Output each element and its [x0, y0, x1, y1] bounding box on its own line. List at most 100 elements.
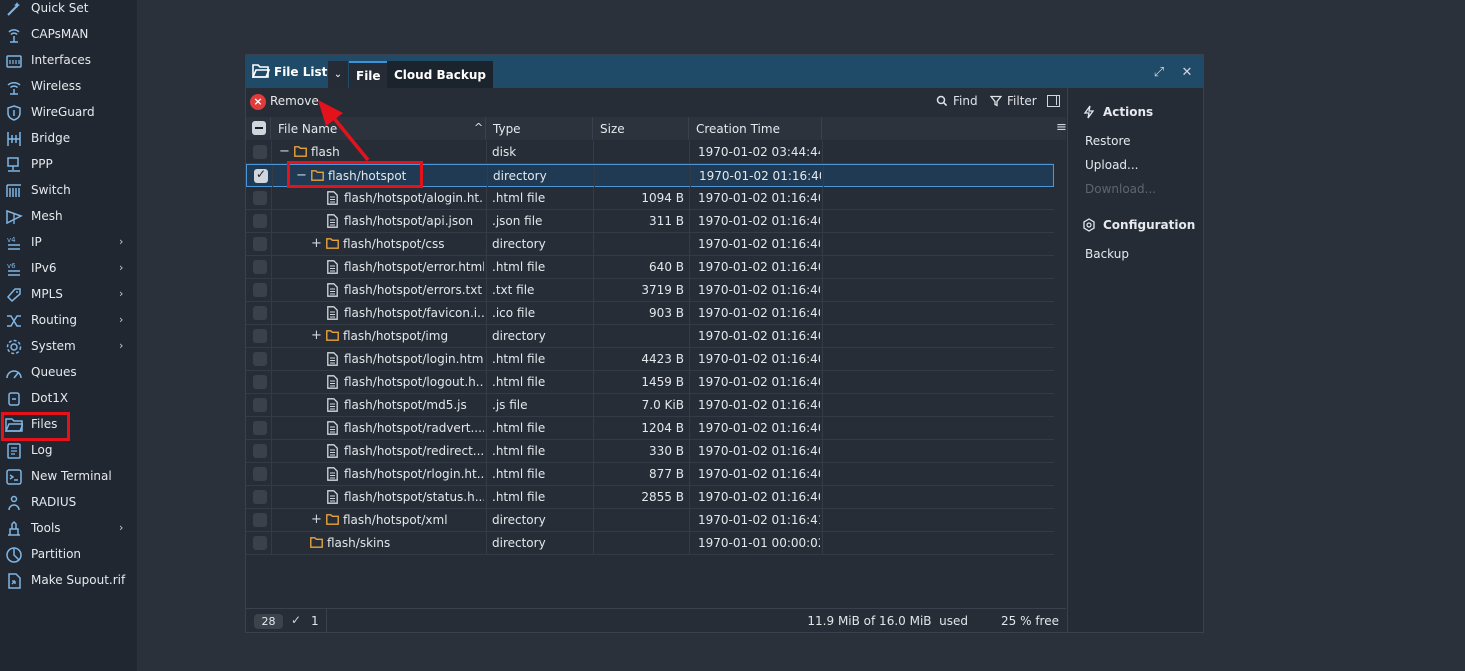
sidebar-item-tools[interactable]: Tools › [0, 516, 137, 542]
row-checkbox[interactable] [253, 421, 267, 435]
filter-button[interactable]: Filter [990, 94, 1037, 108]
sidebar-item-make-supout-rif[interactable]: Make Supout.rif [0, 568, 137, 594]
sidebar-item-label: Partition [31, 547, 82, 561]
expand-icon[interactable]: + [311, 512, 322, 527]
row-checkbox[interactable] [253, 306, 267, 320]
table-row[interactable]: flash/hotspot/error.html .html file 640 B 1… [246, 256, 1054, 279]
tab-file[interactable]: File [349, 61, 388, 88]
row-checkbox[interactable] [253, 490, 267, 504]
column-file-name[interactable]: File Name ^ [271, 117, 486, 140]
column-size[interactable]: Size [593, 117, 689, 140]
sidebar-item-label: Make Supout.rif [31, 573, 126, 587]
row-checkbox[interactable] [253, 352, 267, 366]
sidebar-item-mesh[interactable]: Mesh [0, 204, 137, 230]
remove-icon[interactable]: × [250, 94, 266, 110]
row-checkbox[interactable] [253, 375, 267, 389]
file-name-cell: flash/hotspot/alogin.ht... [344, 191, 484, 205]
file-name-cell: flash/hotspot/errors.txt [344, 283, 483, 297]
sidebar-item-ip[interactable]: v4 IP › [0, 230, 137, 256]
sidebar-item-ppp[interactable]: PPP [0, 152, 137, 178]
column-divider [593, 394, 594, 416]
remove-button[interactable]: Remove [270, 94, 319, 108]
tab-cloud-backup[interactable]: Cloud Backup [387, 61, 493, 88]
row-checkbox[interactable] [254, 167, 268, 183]
sidebar-item-new-terminal[interactable]: New Terminal [0, 464, 137, 490]
table-row[interactable]: flash/hotspot/alogin.ht... .html file 1094… [246, 187, 1054, 210]
sidebar-item-switch[interactable]: Switch [0, 178, 137, 204]
row-checkbox[interactable] [253, 191, 267, 205]
column-divider [689, 532, 690, 554]
sidebar-item-wireguard[interactable]: WireGuard [0, 100, 137, 126]
column-divider [593, 210, 594, 232]
row-checkbox[interactable] [253, 237, 267, 251]
row-checkbox[interactable] [253, 398, 267, 412]
backup-action[interactable]: Backup [1085, 247, 1129, 261]
sidebar-item-radius[interactable]: RADIUS [0, 490, 137, 516]
column-type[interactable]: Type [486, 117, 593, 140]
sidebar-item-partition[interactable]: Partition [0, 542, 137, 568]
table-row[interactable]: flash/hotspot/api.json .json file 311 B 197… [246, 210, 1054, 233]
collapse-icon[interactable]: − [279, 144, 290, 159]
select-all-cell [246, 117, 271, 140]
column-creation-time[interactable]: Creation Time [689, 117, 822, 140]
upload-action[interactable]: Upload... [1085, 158, 1139, 172]
sidebar-item-quick-set[interactable]: Quick Set [0, 0, 137, 22]
table-row[interactable]: flash/hotspot/redirect.... .html file 330 … [246, 440, 1054, 463]
sidebar-item-capsman[interactable]: CAPsMAN [0, 22, 137, 48]
tag-icon [5, 286, 23, 304]
size-cell [596, 509, 684, 531]
find-button[interactable]: Find [936, 94, 978, 108]
select-all-checkbox[interactable] [252, 121, 266, 135]
download-action[interactable]: Download... [1085, 182, 1156, 196]
row-checkbox[interactable] [253, 467, 267, 481]
restore-window-icon[interactable]: ⤢ [1151, 64, 1167, 80]
table-row[interactable]: + flash/hotspot/xml directory 1970-01-02 01… [246, 509, 1054, 532]
column-divider [822, 279, 823, 301]
row-checkbox[interactable] [253, 536, 267, 550]
table-row[interactable]: flash/skins directory 1970-01-01 00:00:02 [246, 532, 1054, 555]
column-menu-icon[interactable]: ≡ [1056, 120, 1067, 135]
row-checkbox[interactable] [253, 513, 267, 527]
row-checkbox[interactable] [253, 444, 267, 458]
table-row[interactable]: flash/hotspot/logout.h... .html file 1459 … [246, 371, 1054, 394]
column-divider [271, 210, 272, 232]
sidebar-item-queues[interactable]: Queues [0, 360, 137, 386]
column-divider [593, 463, 594, 485]
column-divider [593, 440, 594, 462]
column-divider [593, 302, 594, 324]
row-checkbox[interactable] [253, 214, 267, 228]
sidebar-item-system[interactable]: System › [0, 334, 137, 360]
sidebar-item-interfaces[interactable]: Interfaces [0, 48, 137, 74]
expand-icon[interactable]: + [311, 328, 322, 343]
sidebar-item-wireless[interactable]: Wireless [0, 74, 137, 100]
restore-action[interactable]: Restore [1085, 134, 1131, 148]
tools-icon [5, 520, 23, 538]
row-checkbox[interactable] [253, 329, 267, 343]
close-icon[interactable]: ✕ [1179, 64, 1195, 80]
expand-icon[interactable]: + [311, 236, 322, 251]
window-menu-dropdown[interactable]: ⌄ [328, 61, 348, 88]
column-divider [486, 463, 487, 485]
table-row[interactable]: flash/hotspot/md5.js .js file 7.0 KiB 1970-… [246, 394, 1054, 417]
table-row[interactable]: + flash/hotspot/css directory 1970-01-02 01… [246, 233, 1054, 256]
sidebar-item-label: IPv6 [31, 261, 57, 275]
table-row[interactable]: flash/hotspot/errors.txt .txt file 3719 B 1… [246, 279, 1054, 302]
table-row[interactable]: flash/hotspot/favicon.i... .ico file 903 B… [246, 302, 1054, 325]
table-row[interactable]: flash/hotspot/status.h... .html file 2855 … [246, 486, 1054, 509]
table-row[interactable]: flash/hotspot/radvert.... .html file 1204 … [246, 417, 1054, 440]
sidebar-item-label: WireGuard [31, 105, 95, 119]
column-divider [689, 233, 690, 255]
sidebar-item-log[interactable]: Log [0, 438, 137, 464]
row-checkbox[interactable] [253, 145, 267, 159]
table-row[interactable]: + flash/hotspot/img directory 1970-01-02 01… [246, 325, 1054, 348]
row-checkbox[interactable] [253, 260, 267, 274]
toggle-panel-icon[interactable] [1047, 95, 1060, 107]
sidebar-item-mpls[interactable]: MPLS › [0, 282, 137, 308]
sidebar-item-ipv6[interactable]: v6 IPv6 › [0, 256, 137, 282]
table-row[interactable]: flash/hotspot/login.html .html file 4423 B… [246, 348, 1054, 371]
sidebar-item-routing[interactable]: Routing › [0, 308, 137, 334]
table-row[interactable]: flash/hotspot/rlogin.ht... .html file 877 … [246, 463, 1054, 486]
row-checkbox[interactable] [253, 283, 267, 297]
sidebar-item-dot1x[interactable]: Dot1X [0, 386, 137, 412]
sidebar-item-bridge[interactable]: Bridge [0, 126, 137, 152]
